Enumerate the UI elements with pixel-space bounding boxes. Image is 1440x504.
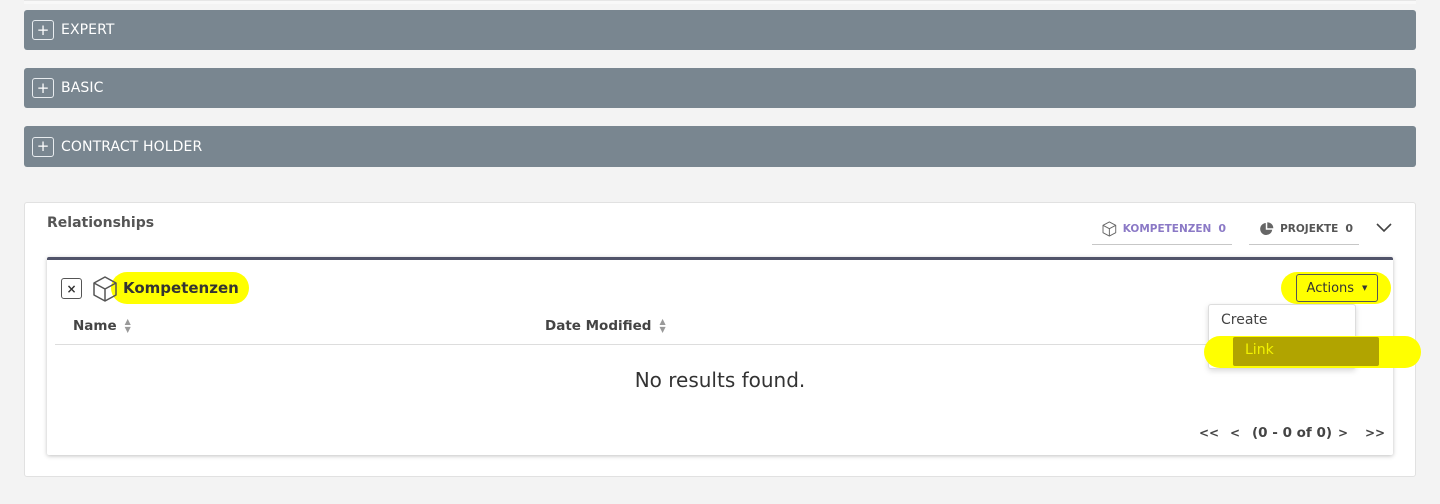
top-divider	[24, 0, 1416, 4]
sort-icon[interactable]: ▲ ▼	[659, 318, 665, 334]
column-header-name[interactable]: Name ▲ ▼	[73, 318, 131, 335]
chevron-down-icon[interactable]	[1375, 221, 1393, 233]
caret-down-icon: ▼	[1362, 284, 1368, 292]
cube-icon	[93, 276, 117, 302]
panel-basic[interactable]: + BASIC	[24, 68, 1416, 108]
prev-page-button[interactable]: <	[1230, 426, 1240, 440]
dropdown-item-link[interactable]: Link	[1245, 342, 1274, 358]
actions-button[interactable]: Actions ▼	[1296, 274, 1378, 302]
panel-label: BASIC	[61, 80, 104, 96]
last-page-button[interactable]: >>	[1365, 426, 1385, 440]
tab-projekte[interactable]: PROJEKTE 0	[1249, 213, 1359, 245]
panel-label: CONTRACT HOLDER	[61, 138, 203, 155]
panel-label: EXPERT	[61, 22, 115, 38]
column-label: Name	[73, 318, 117, 334]
subpanel-title: Kompetenzen	[123, 279, 239, 297]
tab-count: 0	[1218, 222, 1226, 235]
panel-expert[interactable]: + EXPERT	[24, 10, 1416, 50]
pie-chart-icon	[1260, 221, 1274, 235]
kompetenzen-subpanel: × Kompetenzen Actions ▼ Name ▲ ▼ Date Mod…	[47, 257, 1393, 455]
empty-message: No results found.	[634, 368, 806, 392]
tab-label: KOMPETENZEN	[1122, 222, 1212, 235]
column-label: Date Modified	[545, 318, 652, 334]
dropdown-item-create[interactable]: Create	[1221, 312, 1268, 328]
sort-icon[interactable]: ▲ ▼	[125, 318, 131, 334]
tab-count: 0	[1345, 222, 1353, 235]
plus-icon[interactable]: +	[32, 78, 54, 98]
cube-icon	[1102, 220, 1117, 237]
header-divider	[55, 344, 1385, 345]
panel-contract-holder[interactable]: + CONTRACT HOLDER	[24, 126, 1416, 167]
first-page-button[interactable]: <<	[1199, 426, 1219, 440]
relationships-title: Relationships	[47, 215, 155, 231]
actions-label: Actions	[1306, 280, 1355, 296]
plus-icon[interactable]: +	[32, 20, 54, 40]
pagination-range: (0 - 0 of 0)	[1252, 425, 1333, 441]
plus-icon[interactable]: +	[32, 136, 54, 157]
close-button[interactable]: ×	[61, 278, 82, 299]
column-header-date-modified[interactable]: Date Modified ▲ ▼	[545, 318, 666, 335]
next-page-button[interactable]: >	[1338, 426, 1348, 440]
tab-kompetenzen[interactable]: KOMPETENZEN 0	[1092, 213, 1232, 245]
tab-label: PROJEKTE	[1280, 222, 1339, 235]
